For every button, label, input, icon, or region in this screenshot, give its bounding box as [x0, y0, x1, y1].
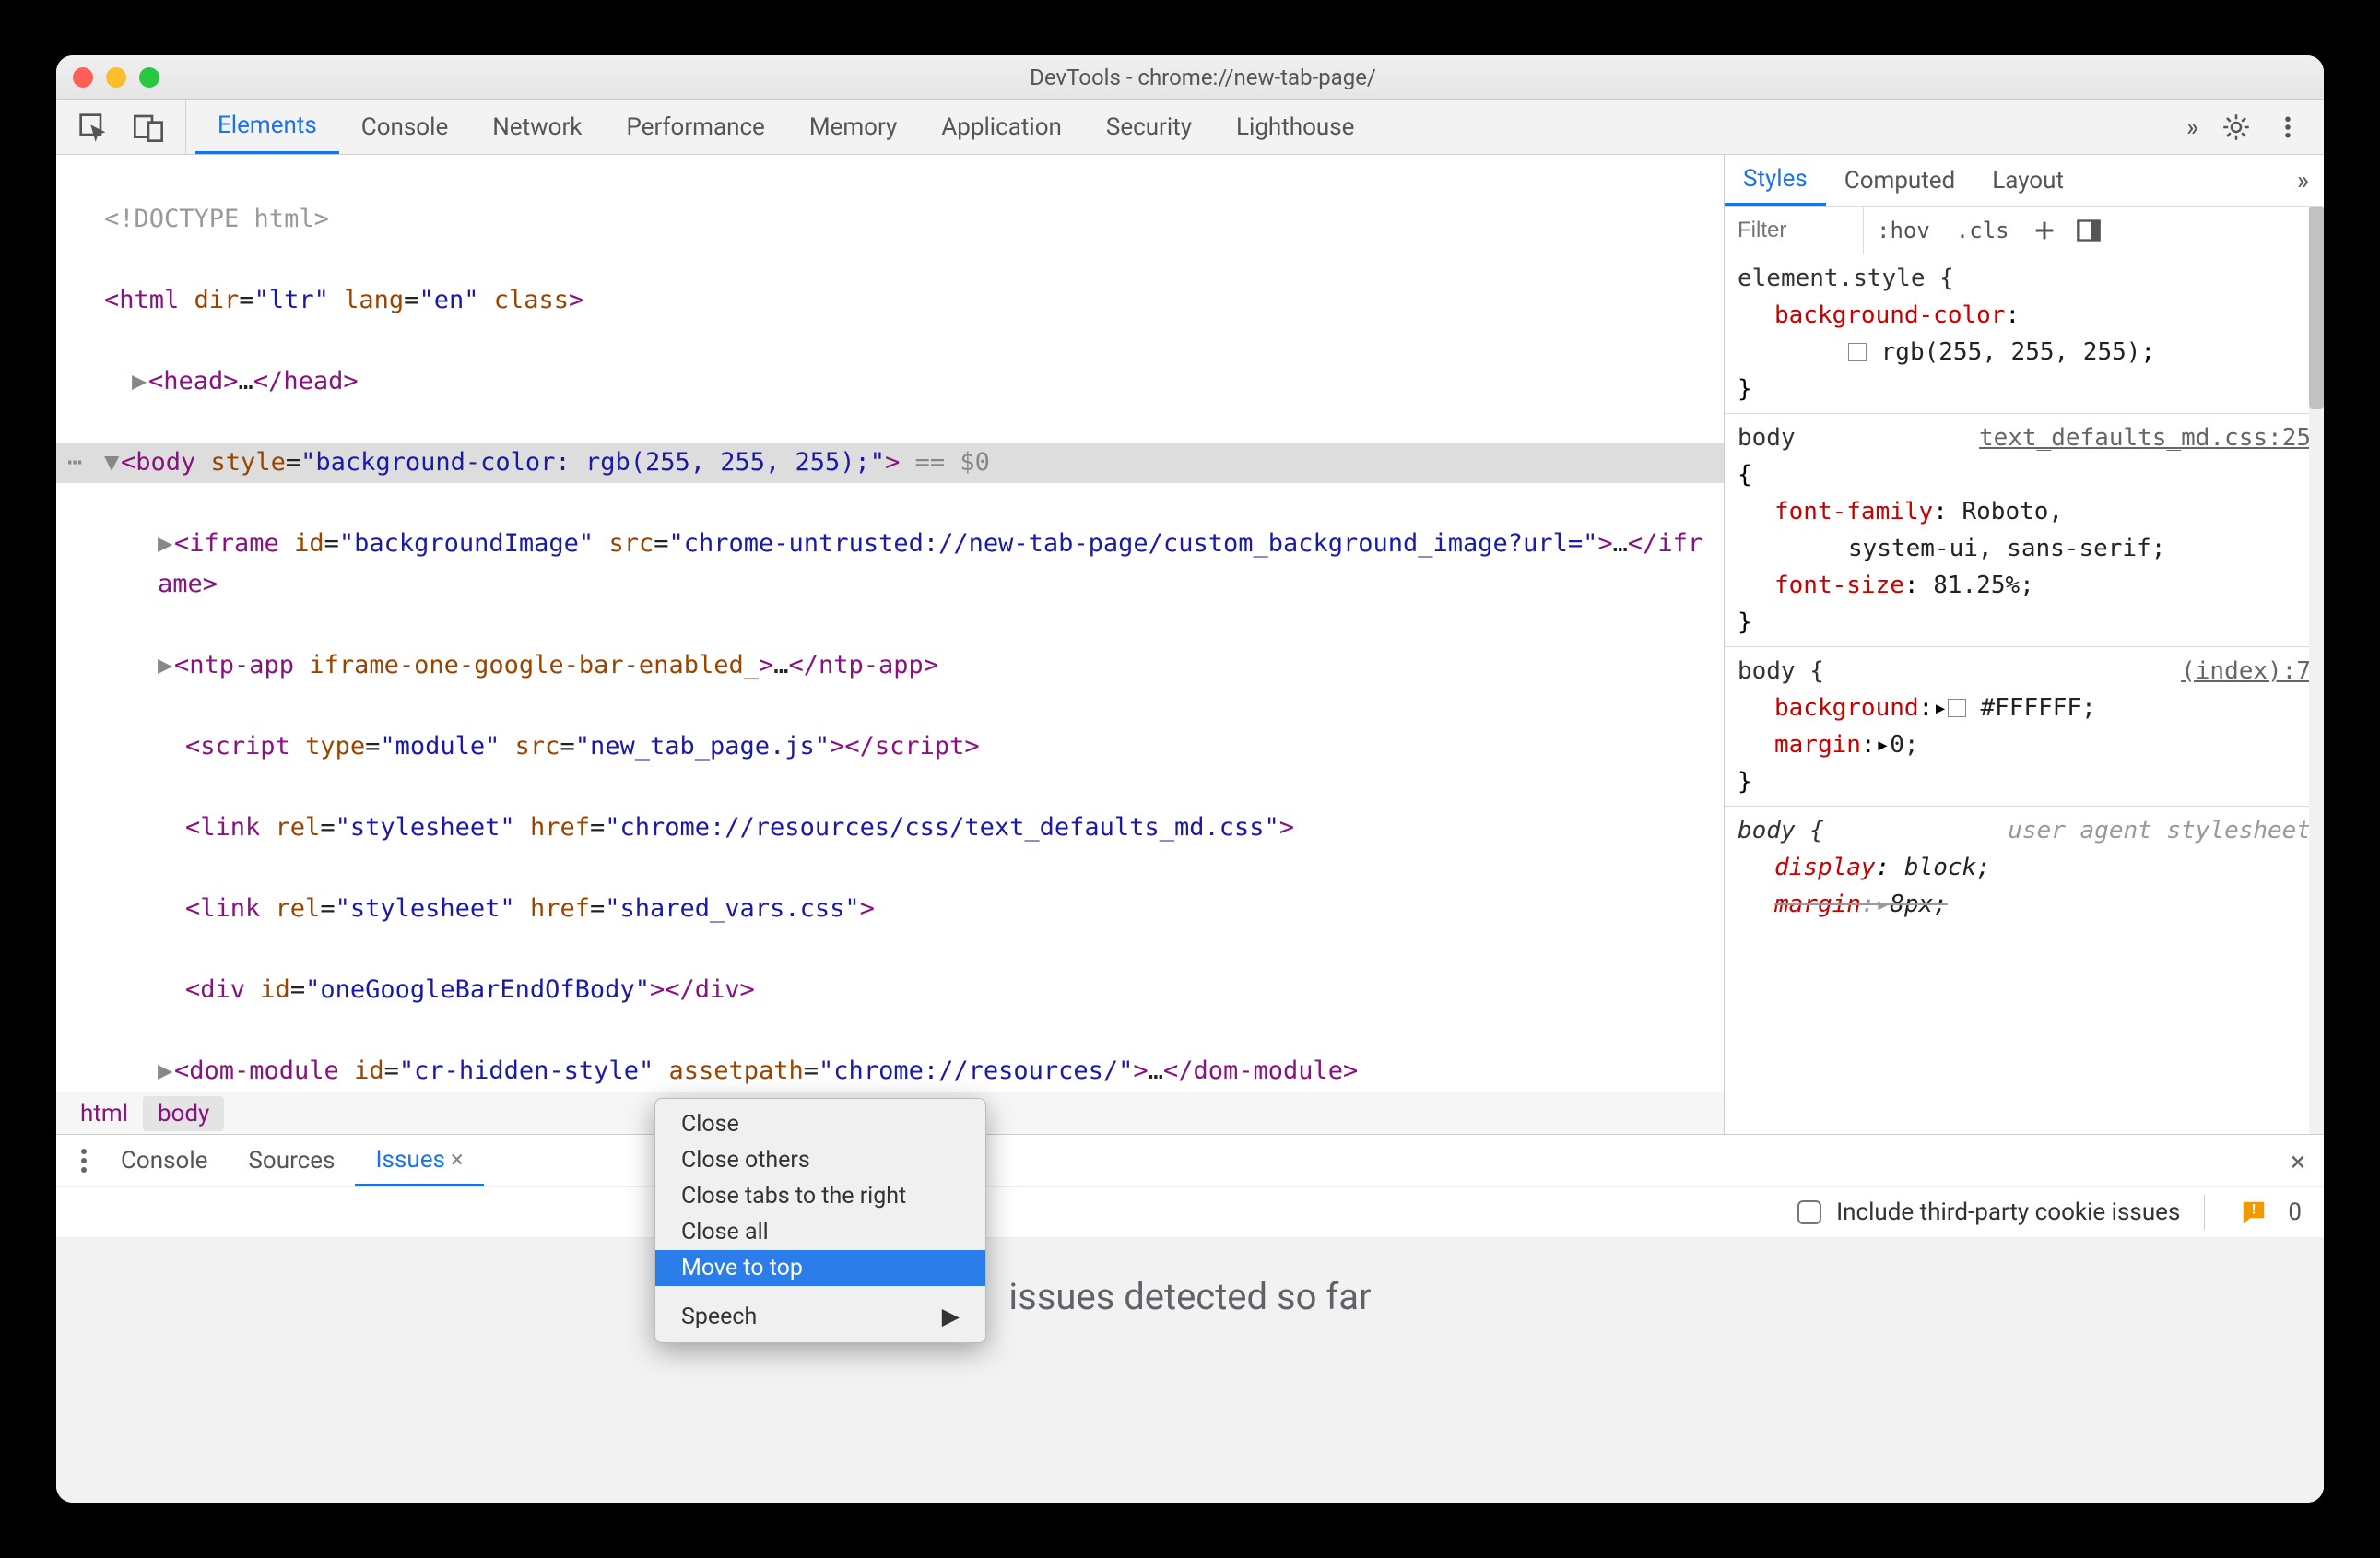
styles-more-tabs-icon[interactable]: »	[2282, 165, 2324, 195]
new-style-rule-icon[interactable]	[2022, 218, 2067, 243]
elements-panel: <!DOCTYPE html> <html dir="ltr" lang="en…	[56, 155, 1725, 1134]
dom-node-ntp-app[interactable]: ▶<ntp-app iframe-one-google-bar-enabled_…	[56, 645, 1724, 686]
drawer-menu-icon[interactable]	[67, 1148, 100, 1174]
inspect-element-icon[interactable]	[78, 112, 108, 142]
ctx-close[interactable]: Close	[655, 1106, 985, 1142]
close-window-button[interactable]	[73, 67, 93, 88]
dom-node-iframe[interactable]: ▶<iframe id="backgroundImage" src="chrom…	[56, 524, 1724, 605]
dom-node-link2[interactable]: <link rel="stylesheet" href="shared_vars…	[56, 889, 1724, 929]
third-party-cookie-label: Include third-party cookie issues	[1836, 1198, 2180, 1226]
tab-lighthouse[interactable]: Lighthouse	[1214, 100, 1376, 154]
dom-node-script[interactable]: <script type="module" src="new_tab_page.…	[56, 726, 1724, 767]
window-title: DevTools - chrome://new-tab-page/	[99, 65, 2307, 90]
ctx-speech[interactable]: Speech▶	[655, 1298, 985, 1335]
issues-empty-text: issues detected so far	[1008, 1275, 1371, 1318]
breadcrumb-html[interactable]: html	[65, 1096, 143, 1131]
toggle-sidebar-icon[interactable]	[2067, 218, 2111, 243]
tab-application[interactable]: Application	[919, 100, 1084, 154]
styles-tab-layout[interactable]: Layout	[1974, 155, 2082, 206]
styles-tab-styles[interactable]: Styles	[1725, 155, 1826, 206]
window-titlebar: DevTools - chrome://new-tab-page/	[56, 55, 2324, 100]
styles-filter-input[interactable]	[1725, 218, 1863, 243]
kebab-menu-icon[interactable]	[2274, 113, 2302, 141]
cls-toggle[interactable]: .cls	[1943, 218, 2022, 243]
close-tab-icon[interactable]: ×	[451, 1146, 464, 1174]
drawer-tab-console[interactable]: Console	[100, 1135, 228, 1186]
dom-node-body[interactable]: ⋯▼<body style="background-color: rgb(255…	[56, 443, 1724, 483]
styles-panel: Styles Computed Layout » :hov .cls eleme…	[1725, 155, 2324, 1134]
ctx-close-others[interactable]: Close others	[655, 1142, 985, 1178]
submenu-arrow-icon: ▶	[942, 1303, 960, 1330]
more-tabs-icon[interactable]: »	[2186, 112, 2198, 142]
tab-context-menu: Close Close others Close tabs to the rig…	[654, 1098, 986, 1343]
ctx-close-right[interactable]: Close tabs to the right	[655, 1178, 985, 1214]
styles-tab-computed[interactable]: Computed	[1826, 155, 1974, 206]
tab-console[interactable]: Console	[339, 100, 470, 154]
svg-text:!: !	[2252, 1200, 2256, 1217]
dom-node-head[interactable]: ▶<head>…</head>	[56, 361, 1724, 402]
breadcrumb-body[interactable]: body	[143, 1096, 224, 1131]
ctx-move-to-top[interactable]: Move to top	[655, 1250, 985, 1286]
drawer-tab-issues[interactable]: Issues×	[355, 1135, 483, 1186]
dom-node-html[interactable]: <html dir="ltr" lang="en" class>	[56, 280, 1724, 321]
settings-gear-icon[interactable]	[2222, 113, 2250, 141]
tab-memory[interactable]: Memory	[787, 100, 919, 154]
drawer-close-icon[interactable]: ×	[2291, 1146, 2305, 1178]
dom-tree[interactable]: <!DOCTYPE html> <html dir="ltr" lang="en…	[56, 155, 1724, 1092]
third-party-cookie-checkbox[interactable]	[1797, 1200, 1821, 1224]
source-link[interactable]: text_defaults_md.css:25	[1979, 419, 2311, 456]
tab-network[interactable]: Network	[470, 100, 604, 154]
main-toolbar: Elements Console Network Performance Mem…	[56, 100, 2324, 155]
issues-body: issues detected so far	[56, 1238, 2324, 1503]
drawer-tab-sources[interactable]: Sources	[228, 1135, 355, 1186]
hov-toggle[interactable]: :hov	[1864, 218, 1943, 243]
tab-elements[interactable]: Elements	[195, 100, 339, 154]
tab-performance[interactable]: Performance	[604, 100, 786, 154]
device-toolbar-icon[interactable]	[134, 112, 163, 142]
drawer-panel: Console Sources Issues× × Include third-…	[56, 1134, 2324, 1503]
issues-message-icon[interactable]: !	[2229, 1198, 2268, 1226]
styles-rules[interactable]: element.style { background-color: rgb(25…	[1725, 254, 2324, 1134]
issue-count: 0	[2288, 1198, 2302, 1226]
source-link[interactable]: (index):7	[2181, 653, 2311, 690]
dom-doctype: <!DOCTYPE html>	[104, 205, 329, 233]
ctx-close-all[interactable]: Close all	[655, 1214, 985, 1250]
dom-node-dm1[interactable]: ▶<dom-module id="cr-hidden-style" assetp…	[56, 1051, 1724, 1092]
dom-node-link1[interactable]: <link rel="stylesheet" href="chrome://re…	[56, 808, 1724, 848]
styles-scrollbar[interactable]	[2309, 207, 2324, 1134]
tab-security[interactable]: Security	[1084, 100, 1214, 154]
dom-node-div[interactable]: <div id="oneGoogleBarEndOfBody"></div>	[56, 970, 1724, 1010]
